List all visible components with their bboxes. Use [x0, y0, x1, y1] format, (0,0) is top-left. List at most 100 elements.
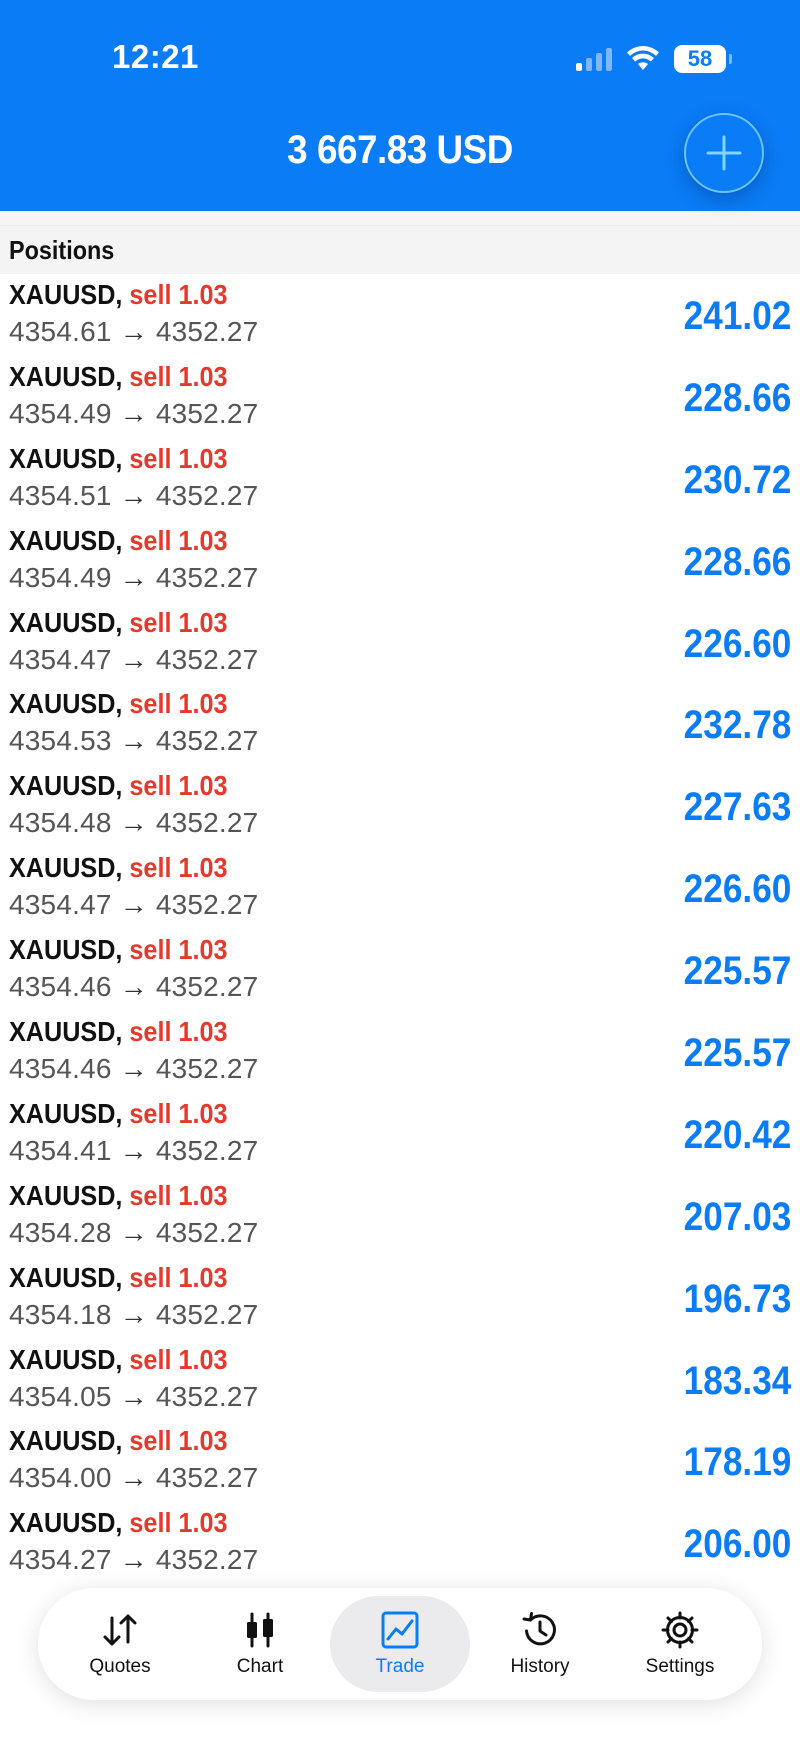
- position-row[interactable]: XAUUSD, sell 1.03 4354.49 → 4352.27 228.66: [0, 519, 800, 602]
- position-profit: 183.34: [683, 1358, 791, 1403]
- tab-label: Chart: [236, 1656, 284, 1677]
- position-profit: 226.60: [683, 621, 791, 666]
- position-row[interactable]: XAUUSD, sell 1.03 4354.47 → 4352.27 226.60: [0, 601, 800, 684]
- position-prices: 4354.05 → 4352.27: [9, 1381, 258, 1413]
- position-symbol: XAUUSD,: [9, 1343, 123, 1375]
- position-profit: 228.66: [683, 539, 791, 584]
- current-price: 4352.27: [155, 889, 259, 921]
- position-prices: 4354.53 → 4352.27: [9, 725, 258, 757]
- position-symbol: XAUUSD,: [9, 360, 123, 392]
- tab-settings[interactable]: Settings: [610, 1596, 750, 1692]
- position-side: sell 1.03: [129, 770, 228, 802]
- arrow-right-icon: →: [119, 725, 148, 757]
- tab-history[interactable]: History: [470, 1596, 610, 1692]
- position-title: XAUUSD, sell 1.03: [9, 607, 228, 639]
- position-side: sell 1.03: [129, 1425, 228, 1457]
- position-side: sell 1.03: [129, 688, 228, 720]
- open-price: 4354.27: [9, 1544, 112, 1576]
- position-title: XAUUSD, sell 1.03: [9, 525, 228, 557]
- wifi-icon: [627, 46, 659, 70]
- position-row[interactable]: XAUUSD, sell 1.03 4354.53 → 4352.27 232.78: [0, 683, 800, 766]
- position-title: XAUUSD, sell 1.03: [9, 443, 228, 475]
- open-price: 4354.05: [9, 1380, 112, 1412]
- open-price: 4354.46: [9, 971, 112, 1003]
- new-order-button[interactable]: [684, 113, 764, 193]
- arrow-right-icon: →: [119, 1134, 148, 1166]
- position-profit: 227.63: [683, 785, 791, 830]
- tab-quotes[interactable]: Quotes: [50, 1596, 190, 1692]
- position-row[interactable]: XAUUSD, sell 1.03 4354.18 → 4352.27 196.73: [0, 1256, 800, 1339]
- bottom-tab-bar: Quotes Chart Trade History Settings: [38, 1588, 762, 1700]
- position-row[interactable]: XAUUSD, sell 1.03 4354.46 → 4352.27 225.57: [0, 1011, 800, 1093]
- position-profit: 230.72: [683, 457, 791, 502]
- position-title: XAUUSD, sell 1.03: [9, 1180, 228, 1212]
- position-row[interactable]: XAUUSD, sell 1.03 4354.61 → 4352.27 241.02: [0, 274, 800, 356]
- position-row[interactable]: XAUUSD, sell 1.03 4354.47 → 4352.27 226.60: [0, 847, 800, 930]
- position-profit: 228.66: [683, 375, 791, 420]
- arrow-right-icon: →: [119, 1462, 148, 1494]
- arrow-right-icon: →: [119, 561, 148, 593]
- position-side: sell 1.03: [129, 1179, 228, 1211]
- position-prices: 4354.00 → 4352.27: [9, 1462, 258, 1494]
- history-clock-icon: [522, 1612, 556, 1646]
- current-price: 4352.27: [155, 1544, 259, 1576]
- position-side: sell 1.03: [129, 1016, 228, 1048]
- current-price: 4352.27: [155, 725, 259, 757]
- status-time: 12:21: [112, 38, 199, 75]
- quotes-arrows-icon: [103, 1614, 137, 1646]
- position-side: sell 1.03: [129, 934, 228, 966]
- position-row[interactable]: XAUUSD, sell 1.03 4354.51 → 4352.27 230.72: [0, 437, 800, 520]
- position-side: sell 1.03: [129, 279, 228, 310]
- open-price: 4354.61: [9, 316, 112, 347]
- current-price: 4352.27: [155, 1462, 259, 1494]
- current-price: 4352.27: [155, 1134, 259, 1166]
- position-symbol: XAUUSD,: [9, 852, 123, 884]
- position-prices: 4354.41 → 4352.27: [9, 1135, 258, 1167]
- position-side: sell 1.03: [129, 606, 228, 638]
- position-title: XAUUSD, sell 1.03: [9, 1425, 228, 1457]
- position-row[interactable]: XAUUSD, sell 1.03 4354.05 → 4352.27 183.34: [0, 1338, 800, 1421]
- arrow-right-icon: →: [119, 889, 148, 921]
- open-price: 4354.51: [9, 479, 112, 511]
- position-prices: 4354.28 → 4352.27: [9, 1217, 258, 1249]
- trade-chart-icon: [381, 1611, 419, 1649]
- position-title: XAUUSD, sell 1.03: [9, 1098, 228, 1130]
- bottom-safe-area: [0, 1700, 800, 1739]
- position-symbol: XAUUSD,: [9, 688, 123, 720]
- position-row[interactable]: XAUUSD, sell 1.03 4354.48 → 4352.27 227.63: [0, 765, 800, 848]
- arrow-right-icon: →: [119, 1544, 148, 1576]
- gear-icon: [661, 1611, 699, 1649]
- position-row[interactable]: XAUUSD, sell 1.03 4354.28 → 4352.27 207.03: [0, 1174, 800, 1257]
- position-side: sell 1.03: [129, 1507, 228, 1539]
- arrow-right-icon: →: [119, 1216, 148, 1248]
- position-side: sell 1.03: [129, 1097, 228, 1129]
- arrow-right-icon: →: [119, 316, 148, 347]
- current-price: 4352.27: [155, 397, 259, 429]
- position-row[interactable]: XAUUSD, sell 1.03 4354.49 → 4352.27 228.66: [0, 355, 800, 438]
- position-row[interactable]: XAUUSD, sell 1.03 4354.00 → 4352.27 178.19: [0, 1420, 800, 1503]
- position-title: XAUUSD, sell 1.03: [9, 1344, 228, 1376]
- tab-trade[interactable]: Trade: [330, 1596, 470, 1692]
- position-symbol: XAUUSD,: [9, 770, 123, 802]
- current-price: 4352.27: [155, 1380, 259, 1412]
- plus-icon: [706, 135, 742, 171]
- tab-chart[interactable]: Chart: [190, 1596, 330, 1692]
- battery-indicator: 58: [674, 45, 732, 73]
- open-price: 4354.47: [9, 643, 112, 675]
- tab-label: Quotes: [89, 1656, 151, 1677]
- position-prices: 4354.47 → 4352.27: [9, 889, 258, 921]
- position-side: sell 1.03: [129, 1261, 228, 1293]
- status-icons: 58: [576, 42, 732, 76]
- position-side: sell 1.03: [129, 852, 228, 884]
- current-price: 4352.27: [155, 971, 259, 1003]
- position-profit: 241.02: [683, 294, 791, 338]
- current-price: 4352.27: [155, 643, 259, 675]
- position-profit: 225.57: [683, 1031, 791, 1076]
- position-row[interactable]: XAUUSD, sell 1.03 4354.27 → 4352.27 206.00: [0, 1502, 800, 1585]
- tab-label: History: [510, 1656, 570, 1677]
- position-row[interactable]: XAUUSD, sell 1.03 4354.41 → 4352.27 220.42: [0, 1092, 800, 1175]
- position-row[interactable]: XAUUSD, sell 1.03 4354.46 → 4352.27 225.57: [0, 929, 800, 1012]
- open-price: 4354.28: [9, 1216, 112, 1248]
- position-symbol: XAUUSD,: [9, 1097, 123, 1129]
- position-symbol: XAUUSD,: [9, 1425, 123, 1457]
